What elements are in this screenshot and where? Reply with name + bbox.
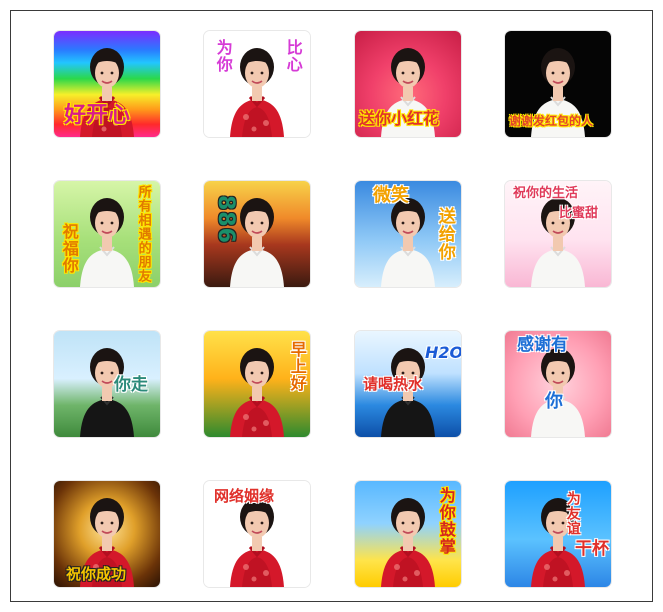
sticker-15[interactable]: 为你鼓掌 bbox=[355, 481, 461, 587]
sticker-caption: 早上好 bbox=[287, 341, 307, 392]
sticker-caption: 你 bbox=[545, 391, 563, 412]
sticker-5[interactable]: 祝福你 所有相遇的朋友 bbox=[54, 181, 160, 287]
sticker-caption: 比蜜甜 bbox=[559, 206, 599, 221]
sticker-panel: 好开心 为你 比心 送你小红花 谢谢发红包的人 祝福你 所有相遇的朋友 886 … bbox=[10, 10, 653, 602]
sticker-caption: 为你鼓掌 bbox=[436, 487, 456, 555]
sticker-3[interactable]: 送你小红花 bbox=[355, 31, 461, 137]
sticker-4[interactable]: 谢谢发红包的人 bbox=[505, 31, 611, 137]
sticker-2[interactable]: 为你 比心 bbox=[204, 31, 310, 137]
sticker-10[interactable]: 早上好 bbox=[204, 331, 310, 437]
sticker-caption: 祝你的生活 bbox=[513, 186, 579, 201]
sticker-14[interactable]: 网络姻缘 bbox=[204, 481, 310, 587]
sticker-caption: 祝你成功 bbox=[66, 565, 127, 583]
sticker-caption: 为你 bbox=[213, 39, 233, 73]
sticker-caption: 请喝热水 bbox=[363, 375, 424, 393]
sticker-caption: 为友谊 bbox=[564, 491, 581, 536]
sticker-caption: 送给你 bbox=[434, 207, 455, 261]
portrait-image bbox=[505, 481, 611, 587]
sticker-9[interactable]: 你走 bbox=[54, 331, 160, 437]
sticker-caption: 886 bbox=[213, 195, 239, 244]
sticker-caption: 比心 bbox=[283, 39, 303, 73]
sticker-12[interactable]: 感谢有你 bbox=[505, 331, 611, 437]
sticker-caption: 祝福你 bbox=[59, 223, 79, 274]
sticker-caption: 好开心 bbox=[64, 103, 131, 128]
sticker-caption: 微笑 bbox=[373, 185, 409, 206]
sticker-11[interactable]: H2O 请喝热水 bbox=[355, 331, 461, 437]
sticker-caption: 感谢有 bbox=[517, 335, 568, 355]
sticker-1[interactable]: 好开心 bbox=[54, 31, 160, 137]
sticker-caption: 网络姻缘 bbox=[214, 487, 275, 505]
sticker-caption: 谢谢发红包的人 bbox=[509, 114, 594, 128]
sticker-caption: 干杯 bbox=[575, 539, 609, 559]
sticker-6[interactable]: 886 bbox=[204, 181, 310, 287]
sticker-caption: H2O bbox=[425, 343, 461, 362]
sticker-13[interactable]: 祝你成功 bbox=[54, 481, 160, 587]
sticker-8[interactable]: 祝你的生活比蜜甜 bbox=[505, 181, 611, 287]
sticker-caption: 送你小红花 bbox=[359, 109, 440, 128]
sticker-caption: 所有相遇的朋友 bbox=[135, 185, 151, 283]
sticker-7[interactable]: 微笑送给你 bbox=[355, 181, 461, 287]
sticker-caption: 你走 bbox=[114, 375, 148, 395]
sticker-16[interactable]: 为友谊干杯 bbox=[505, 481, 611, 587]
